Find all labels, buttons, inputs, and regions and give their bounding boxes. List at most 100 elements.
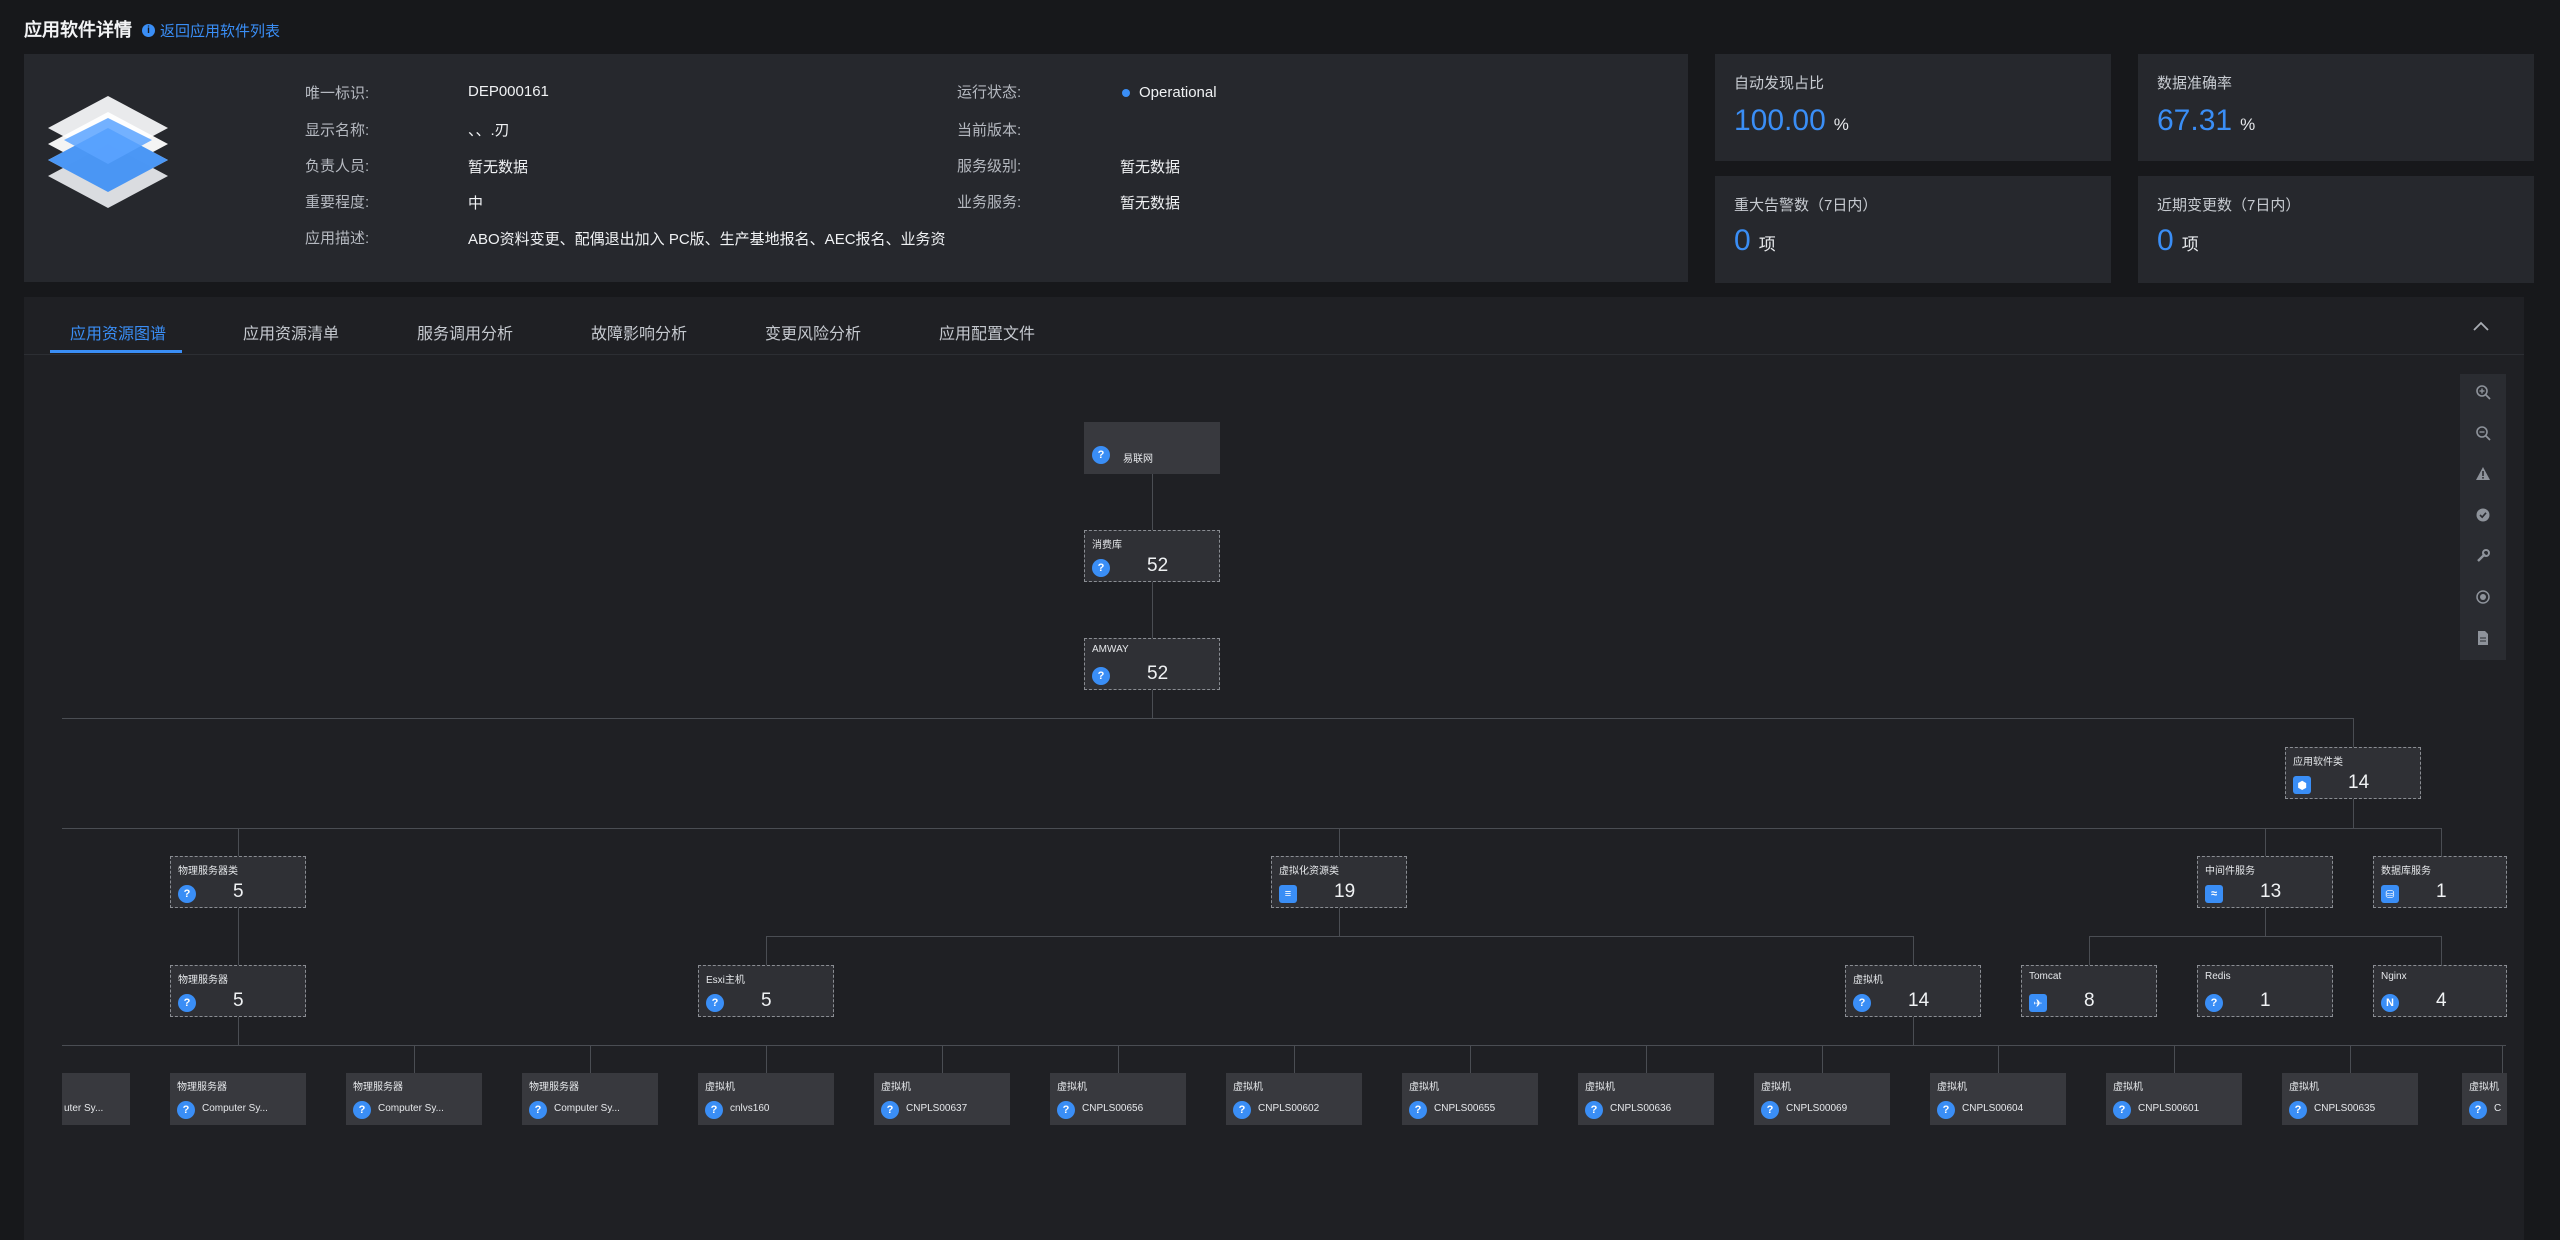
zoom-out-icon[interactable] xyxy=(2467,417,2499,449)
graph-edge xyxy=(1822,1045,1823,1073)
graph-node-amway[interactable]: AMWAY ? 52 xyxy=(1084,638,1220,690)
unique-id-value[interactable]: DEP000161 xyxy=(468,83,549,100)
graph-leaf-node[interactable]: 虚拟机 ? CNPLS00637 xyxy=(874,1073,1010,1125)
unknown-type-icon: ? xyxy=(1761,1101,1779,1119)
business-service-value[interactable]: 暂无数据 xyxy=(1120,192,1180,213)
unknown-type-icon: ? xyxy=(706,994,724,1012)
graph-leaf-node[interactable]: 物理服务器 ? Computer Sy... xyxy=(522,1073,658,1125)
tab-fault-impact-analysis[interactable]: 故障影响分析 xyxy=(591,320,687,344)
graph-edge xyxy=(1152,582,1153,640)
leaf-name: CNPLS00655 xyxy=(1434,1103,1496,1114)
node-label: 虚拟机 xyxy=(2289,1082,2319,1093)
graph-edge xyxy=(1470,1045,1471,1073)
unknown-type-icon: ? xyxy=(1233,1101,1251,1119)
graph-leaf-node[interactable]: uter Sy... xyxy=(62,1073,130,1125)
graph-leaf-node[interactable]: 虚拟机 ? CNPLS00604 xyxy=(1930,1073,2066,1125)
info-icon: i xyxy=(142,24,155,37)
graph-node-physical-class[interactable]: 物理服务器类 ? 5 xyxy=(170,856,306,908)
graph-edge xyxy=(2353,718,2354,748)
node-label: 物理服务器 xyxy=(353,1082,403,1093)
status-dot xyxy=(1122,88,1130,97)
active-tab-indicator xyxy=(50,350,182,353)
leaf-name: Computer Sy... xyxy=(202,1103,268,1114)
graph-leaf-node[interactable]: 物理服务器 ? Computer Sy... xyxy=(346,1073,482,1125)
unknown-type-icon: ? xyxy=(2113,1101,2131,1119)
graph-leaf-node[interactable]: 虚拟机 ? CNPLS00656 xyxy=(1050,1073,1186,1125)
tab-resource-graph[interactable]: 应用资源图谱 xyxy=(70,320,166,344)
node-label: 虚拟机 xyxy=(1937,1082,1967,1093)
node-label: 应用软件类 xyxy=(2293,757,2343,768)
node-count: 5 xyxy=(233,990,244,1011)
tab-config-files[interactable]: 应用配置文件 xyxy=(939,320,1035,344)
graph-edge xyxy=(1152,474,1153,532)
graph-edge xyxy=(1118,1045,1119,1073)
node-label: 虚拟机 xyxy=(1409,1082,1439,1093)
unknown-type-icon: ? xyxy=(705,1101,723,1119)
document-icon[interactable] xyxy=(2467,622,2499,654)
graph-edge xyxy=(590,1045,591,1073)
alert-icon[interactable] xyxy=(2467,458,2499,490)
back-to-list-link[interactable]: i 返回应用软件列表 xyxy=(142,20,280,41)
node-label: 消费库 xyxy=(1092,540,1122,551)
graph-node-middleware[interactable]: 中间件服务 ≈ 13 xyxy=(2197,856,2333,908)
graph-leaf-node[interactable]: 虚拟机 ? CNPLS00069 xyxy=(1754,1073,1890,1125)
graph-node-tomcat[interactable]: Tomcat ✈ 8 xyxy=(2021,965,2157,1017)
graph-node-vm[interactable]: 虚拟机 ? 14 xyxy=(1845,965,1981,1017)
tab-service-call-analysis[interactable]: 服务调用分析 xyxy=(417,320,513,344)
leaf-name: C xyxy=(2494,1103,2502,1114)
graph-edge xyxy=(2441,936,2442,965)
node-label: Tomcat xyxy=(2029,971,2062,982)
graph-node-redis[interactable]: Redis ? 1 xyxy=(2197,965,2333,1017)
zoom-in-icon[interactable] xyxy=(2467,376,2499,408)
page-title: 应用软件详情 xyxy=(24,20,132,40)
graph-edge xyxy=(414,1045,415,1073)
run-status: Operational xyxy=(1122,84,1217,101)
graph-edge xyxy=(1339,828,1340,857)
graph-leaf-node[interactable]: 虚拟机 ? CNPLS00601 xyxy=(2106,1073,2242,1125)
unknown-type-icon: ? xyxy=(1585,1101,1603,1119)
nginx-icon: N xyxy=(2381,994,2399,1012)
run-status-label: 运行状态: xyxy=(957,84,1022,101)
service-level-value: 暂无数据 xyxy=(1120,159,1181,176)
unknown-type-icon: ? xyxy=(1057,1101,1075,1119)
graph-leaf-node[interactable]: 虚拟机 ? CNPLS00635 xyxy=(2282,1073,2418,1125)
tab-change-risk-analysis[interactable]: 变更风险分析 xyxy=(765,320,861,344)
node-label: 虚拟机 xyxy=(1761,1082,1791,1093)
graph-leaf-node[interactable]: 虚拟机 ? C xyxy=(2462,1073,2507,1125)
leaf-name: uter Sy... xyxy=(64,1103,104,1114)
record-icon[interactable] xyxy=(2467,581,2499,613)
node-count: 1 xyxy=(2260,990,2271,1011)
graph-node-consumer[interactable]: 消费库 ? 52 xyxy=(1084,530,1220,582)
node-count: 1 xyxy=(2436,881,2447,902)
check-icon[interactable] xyxy=(2467,499,2499,531)
graph-leaf-node[interactable]: 物理服务器 ? Computer Sy... xyxy=(170,1073,306,1125)
graph-node-physical-server[interactable]: 物理服务器 ? 5 xyxy=(170,965,306,1017)
graph-leaf-node[interactable]: 虚拟机 ? CNPLS00636 xyxy=(1578,1073,1714,1125)
recent-changes-label: 近期变更数（7日内） xyxy=(2157,197,2301,214)
major-alerts-value: 0项 xyxy=(1734,224,1776,257)
unknown-type-icon: ? xyxy=(2469,1101,2487,1119)
graph-edge xyxy=(1152,690,1153,718)
node-count: 5 xyxy=(761,990,772,1011)
graph-leaf-node[interactable]: 虚拟机 ? CNPLS00655 xyxy=(1402,1073,1538,1125)
importance-value: 中 xyxy=(468,195,484,212)
node-count: 8 xyxy=(2084,990,2095,1011)
graph-node-app-software[interactable]: 应用软件类 ⬢ 14 xyxy=(2285,747,2421,799)
graph-leaf-node[interactable]: 虚拟机 ? cnlvs160 xyxy=(698,1073,834,1125)
graph-node-nginx[interactable]: Nginx N 4 xyxy=(2373,965,2507,1017)
node-label: Esxi主机 xyxy=(706,975,745,986)
auto-discovery-card: 自动发现占比 100.00% xyxy=(1715,54,2111,161)
node-name: 易联网 xyxy=(1123,454,1153,465)
tab-resource-list[interactable]: 应用资源清单 xyxy=(243,320,339,344)
accuracy-card: 数据准确率 67.31% xyxy=(2138,54,2534,161)
collapse-chevron-up-icon[interactable] xyxy=(2472,320,2490,332)
graph-node-database[interactable]: 数据库服务 ⛁ 1 xyxy=(2373,856,2507,908)
graph-node-virtual-class[interactable]: 虚拟化资源类 ≡ 19 xyxy=(1271,856,1407,908)
graph-node-esxi[interactable]: Esxi主机 ? 5 xyxy=(698,965,834,1017)
wrench-icon[interactable] xyxy=(2467,540,2499,572)
node-count: 13 xyxy=(2260,881,2282,902)
graph-edge xyxy=(2174,1045,2175,1073)
graph-node-root[interactable]: ? 易联网 xyxy=(1084,422,1220,474)
database-icon: ⛁ xyxy=(2381,885,2399,903)
graph-leaf-node[interactable]: 虚拟机 ? CNPLS00602 xyxy=(1226,1073,1362,1125)
